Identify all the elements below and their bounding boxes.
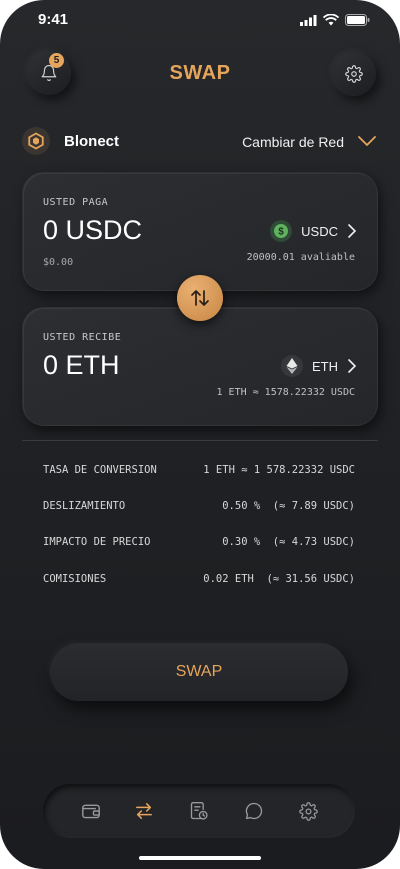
receive-rate: 1 ETH ≈ 1578.22332 USDC (216, 387, 355, 398)
detail-label: DESLIZAMIENTO (43, 500, 126, 512)
detail-label: TASA DE CONVERSION (43, 464, 157, 476)
pay-token-name: USDC (301, 223, 338, 239)
pay-card: USTED PAGA 0 USDC $0.00 $ USDC 20000.01 … (22, 172, 378, 291)
wallet-icon (82, 804, 100, 819)
settings-button[interactable] (332, 52, 376, 96)
receive-amount: 0 ETH (43, 350, 120, 380)
detail-value: 0.30 % (≈ 4.73 USDC) (222, 536, 355, 548)
chevron-right-icon (348, 359, 357, 373)
network-selector[interactable]: Blonect Cambiar de Red (22, 127, 378, 157)
divider (22, 440, 378, 441)
swap-button[interactable]: SWAP (50, 643, 348, 701)
tab-chat[interactable] (242, 799, 266, 823)
status-bar: 9:41 (0, 0, 400, 40)
chevron-right-icon (348, 224, 357, 238)
tab-bar (43, 784, 355, 838)
receive-label: USTED RECIBE (43, 332, 122, 343)
gear-icon (298, 801, 318, 821)
tab-settings[interactable] (296, 799, 320, 823)
detail-label: IMPACTO DE PRECIO (43, 536, 151, 548)
home-indicator (139, 856, 261, 860)
detail-value: 0.50 % (≈ 7.89 USDC) (222, 500, 355, 512)
receive-token-selector[interactable]: ETH (281, 355, 357, 377)
wifi-icon (323, 14, 339, 26)
network-name: Blonect (64, 133, 120, 150)
pay-balance: 20000.01 avaliable (246, 252, 355, 263)
app-screen: 9:41 5 SWAP Blonect Cambiar de Red USTED… (0, 0, 400, 869)
pay-token-selector[interactable]: $ USDC (270, 220, 357, 242)
pay-fiat-value: $0.00 (43, 257, 74, 268)
history-icon (190, 802, 208, 820)
blonect-logo-icon (22, 127, 50, 155)
status-time: 9:41 (38, 11, 69, 28)
tab-history[interactable] (187, 799, 211, 823)
pay-label: USTED PAGA (43, 197, 109, 208)
tab-swap[interactable] (132, 799, 156, 823)
battery-icon (345, 14, 370, 26)
status-icons (300, 14, 370, 26)
receive-card: USTED RECIBE 0 ETH ETH 1 ETH ≈ 1578.2233… (22, 307, 378, 426)
swap-arrows-icon (136, 803, 152, 819)
tab-wallet[interactable] (79, 799, 103, 823)
pay-amount-input[interactable]: 0 USDC (43, 215, 142, 246)
svg-text:$: $ (278, 227, 284, 238)
usdc-icon: $ (270, 220, 293, 242)
detail-value: 0.02 ETH (≈ 31.56 USDC) (203, 573, 355, 585)
detail-value: 1 ETH ≈ 1 578.22332 USDC (203, 464, 355, 476)
eth-icon (281, 355, 303, 377)
detail-label: COMISIONES (43, 573, 107, 585)
swap-vertical-icon (191, 290, 209, 306)
gear-icon (345, 65, 363, 83)
signal-icon (300, 14, 317, 26)
change-network-label[interactable]: Cambiar de Red (242, 134, 344, 150)
swap-direction-button[interactable] (177, 275, 223, 321)
receive-token-name: ETH (312, 358, 338, 374)
chat-icon (245, 802, 263, 820)
chevron-down-icon[interactable] (358, 134, 376, 148)
